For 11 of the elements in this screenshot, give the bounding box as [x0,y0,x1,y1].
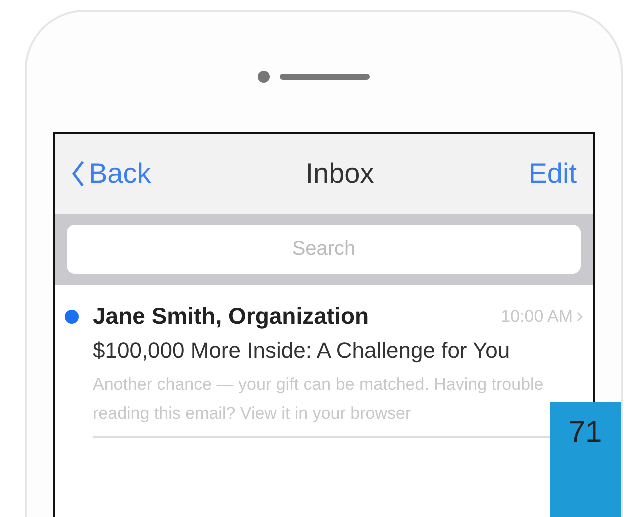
speaker-icon [280,74,370,80]
back-chevron-icon [71,160,85,188]
edit-button[interactable]: Edit [528,158,577,190]
message-sender: Jane Smith, Organization [93,303,370,330]
page-number-badge: 71 [550,402,621,517]
search-field[interactable]: Search [67,225,581,274]
message-subject: $100,000 More Inside: A Challenge for You [93,338,512,364]
inbox-title: Inbox [306,158,374,190]
back-button[interactable]: Back [71,158,152,190]
disclosure-chevron-icon [577,312,583,322]
camera-icon [258,71,270,83]
